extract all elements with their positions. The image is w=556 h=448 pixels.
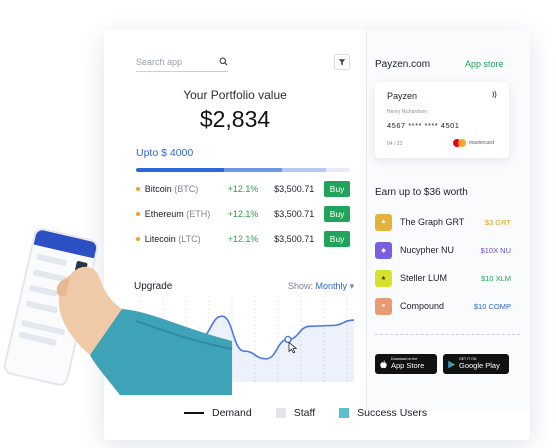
dashed-divider bbox=[375, 334, 520, 335]
portfolio-progress bbox=[136, 168, 350, 172]
buy-button[interactable]: Buy bbox=[324, 231, 351, 247]
token-name: The Graph GRT bbox=[400, 217, 465, 227]
coin-ticker: (ETH) bbox=[186, 209, 211, 219]
coin-ticker: (BTC) bbox=[174, 184, 199, 194]
legend-item-success-users: Success Users bbox=[339, 407, 427, 419]
token-reward: $3 GRT bbox=[484, 217, 511, 227]
token-row-compound[interactable]: ● Compound $10 COMP bbox=[375, 296, 511, 316]
earn-title: Earn up to $36 worth bbox=[375, 187, 468, 198]
token-row-graph[interactable]: ▲ The Graph GRT $3 GRT bbox=[375, 212, 511, 232]
legend-item-staff: Staff bbox=[275, 407, 316, 419]
coin-change: +12.1% bbox=[227, 184, 259, 194]
search-placeholder: Search app bbox=[136, 56, 183, 67]
apple-icon bbox=[380, 360, 387, 368]
legend-line-swatch bbox=[184, 412, 204, 414]
token-reward: $10 XLM bbox=[480, 273, 511, 283]
search-icon bbox=[219, 57, 228, 66]
google-play-button[interactable]: GET IT ON Google Play bbox=[443, 354, 509, 374]
legend-square-swatch bbox=[339, 408, 350, 418]
token-name: Steller LUM bbox=[400, 273, 448, 283]
token-row-nucypher[interactable]: ◆ Nucypher NU $10X NU bbox=[375, 240, 511, 260]
coin-price: $3,500.71 bbox=[274, 184, 315, 194]
legend-label: Demand bbox=[212, 407, 252, 419]
contactless-icon bbox=[492, 90, 497, 99]
graph-icon: ▲ bbox=[375, 213, 392, 231]
portfolio-label: Your Portfolio value bbox=[183, 88, 287, 102]
legend-label: Staff bbox=[293, 407, 316, 419]
site-name: Payzen.com bbox=[375, 59, 431, 70]
stage: Search app Your Portfolio value $2,834 U… bbox=[0, 0, 556, 448]
portfolio-value: $2,834 bbox=[199, 106, 271, 132]
filter-button[interactable] bbox=[334, 54, 350, 70]
buy-button[interactable]: Buy bbox=[324, 181, 351, 197]
legend-label: Success Users bbox=[357, 407, 428, 419]
hand-illustration bbox=[56, 266, 233, 395]
compound-icon: ● bbox=[375, 297, 392, 315]
app-store-big: App Store bbox=[391, 360, 425, 370]
chart-point-marker[interactable] bbox=[284, 335, 292, 344]
coin-row-bitcoin: Bitcoin (BTC) +12.1% $3,500.71 Buy bbox=[136, 180, 351, 198]
coin-price: $3,500.71 bbox=[274, 209, 315, 219]
buy-button[interactable]: Buy bbox=[324, 206, 351, 222]
show-label: Show: bbox=[288, 281, 314, 291]
chart-legend: Demand Staff Success Users bbox=[184, 404, 484, 422]
google-play-big: Google Play bbox=[459, 360, 500, 370]
token-name: Compound bbox=[400, 301, 445, 311]
coin-dot bbox=[136, 212, 140, 216]
coin-name: Bitcoin bbox=[144, 184, 172, 194]
portfolio-limit: Upto $ 4000 bbox=[136, 147, 194, 159]
token-name: Nucypher NU bbox=[400, 245, 455, 255]
wallet-panel: Payzen.com App store Payzen Henry Richar… bbox=[367, 30, 530, 410]
card-number: 4567 **** **** 4501 bbox=[387, 121, 460, 130]
token-reward: $10X NU bbox=[480, 245, 511, 255]
coin-dot bbox=[136, 187, 140, 191]
stellar-icon: ★ bbox=[375, 269, 392, 287]
app-store-button[interactable]: Download on the App Store bbox=[375, 354, 437, 374]
token-reward: $10 COMP bbox=[473, 301, 511, 311]
payment-card[interactable]: Payzen Henry Richardson 4567 **** **** 4… bbox=[375, 82, 509, 158]
app-store-link[interactable]: App store bbox=[465, 59, 504, 69]
coin-change: +12.1% bbox=[227, 209, 259, 219]
coin-name: Ethereum bbox=[144, 209, 184, 219]
token-row-stellar[interactable]: ★ Steller LUM $10 XLM bbox=[375, 268, 511, 288]
google-play-icon bbox=[448, 360, 455, 368]
card-holder: Henry Richardson bbox=[387, 109, 428, 115]
mastercard-logo: mastercard bbox=[453, 139, 494, 147]
card-expiry: 04 / 23 bbox=[387, 141, 403, 147]
card-brand: Payzen bbox=[387, 91, 418, 101]
search-input[interactable]: Search app bbox=[136, 52, 228, 72]
chevron-down-icon: ▾ bbox=[349, 281, 355, 291]
period-selector[interactable]: Show: Monthly ▾ bbox=[288, 281, 354, 292]
coin-row-ethereum: Ethereum (ETH) +12.1% $3,500.71 Buy bbox=[136, 205, 351, 223]
period-value: Monthly bbox=[315, 281, 348, 291]
legend-square-swatch bbox=[275, 408, 286, 418]
filter-icon bbox=[338, 59, 346, 66]
legend-item-demand: Demand bbox=[184, 407, 252, 419]
nucypher-icon: ◆ bbox=[375, 241, 392, 259]
coin-price: $3,500.71 bbox=[274, 234, 315, 244]
card-network: mastercard bbox=[469, 140, 495, 146]
